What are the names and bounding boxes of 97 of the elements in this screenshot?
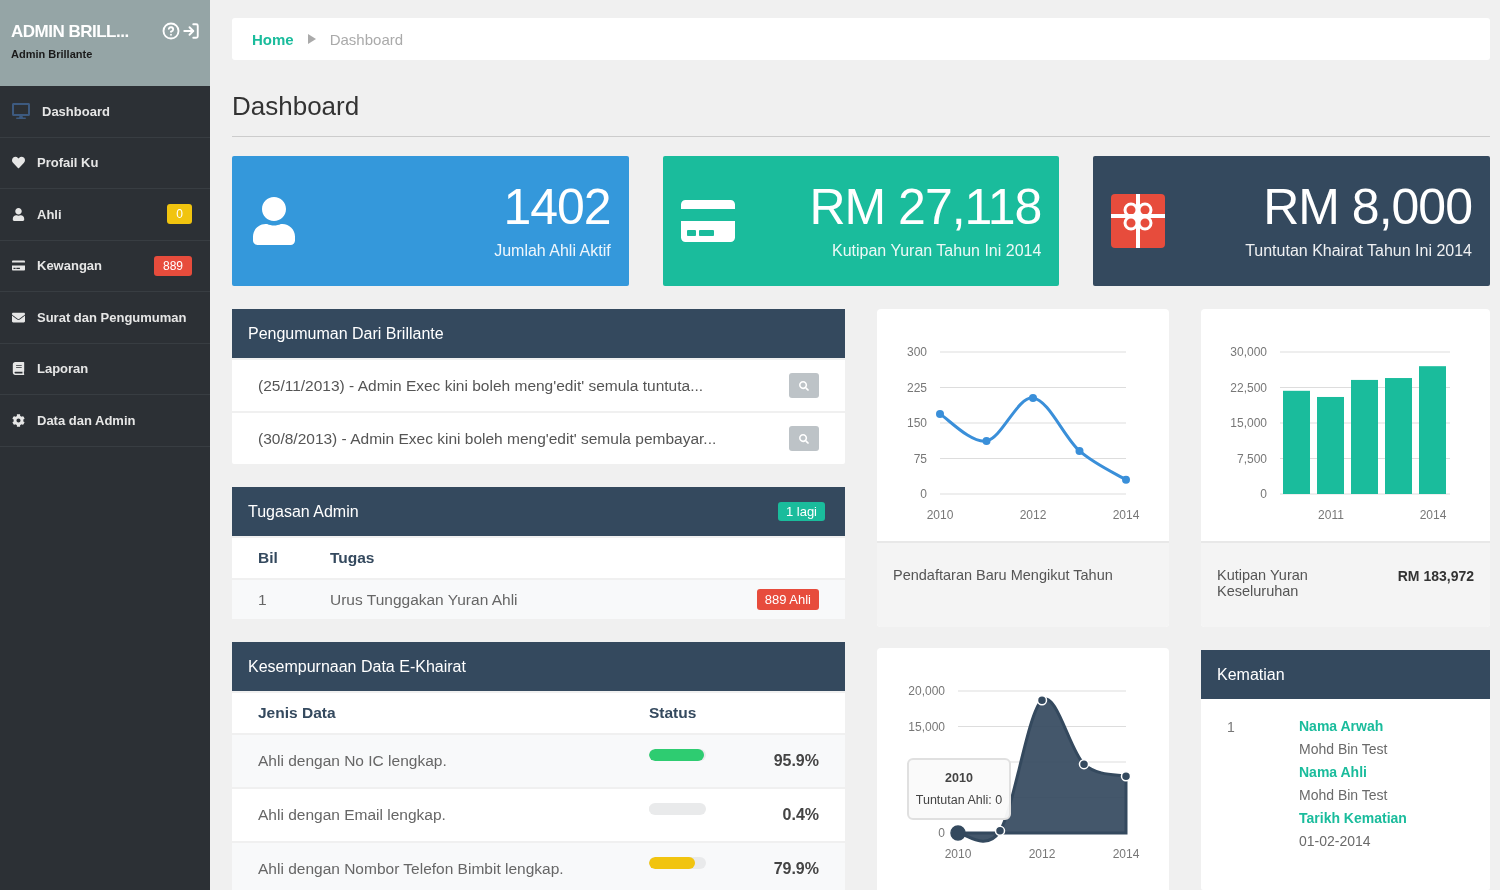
field-label: Tarikh Kematian (1299, 809, 1408, 828)
axis-label: 0 (1260, 487, 1267, 501)
chevron-icon (307, 34, 316, 44)
axis-label: 7,500 (1236, 451, 1267, 466)
axis-label: 2012 (1028, 847, 1056, 861)
panel-title: Pengumuman Dari Brillante (248, 324, 444, 343)
user-name: Admin Brillante (11, 48, 94, 60)
stat-value: 1402 (503, 182, 611, 232)
axis-label: 20,000 (908, 684, 945, 698)
table-cell-text: 1 (258, 590, 268, 609)
card-icon (12, 259, 25, 273)
sidebar-item[interactable]: Dashboard (0, 86, 210, 138)
table-cell-text: Ahli dengan Nombor Telefon Bimbit lengkap. (258, 860, 565, 878)
announcement-text: (30/8/2013) - Admin Exec kini boleh meng'edit' semula pembayar... (258, 429, 717, 448)
axis-label: 225 (906, 380, 927, 395)
field-label: Nama Ahli (1299, 763, 1368, 782)
axis-label: 2014 (1112, 847, 1140, 861)
percent-value: 95.9% (773, 752, 819, 770)
axis-label: 2010 (926, 508, 954, 522)
help-icon[interactable] (162, 22, 180, 40)
axis-label: 15,000 (908, 719, 945, 734)
total-value: RM 183,972 (1397, 568, 1474, 586)
column-header: Jenis Data (258, 704, 337, 722)
axis-label: 150 (906, 416, 927, 430)
field-value: Mohd Bin Test (1299, 786, 1389, 805)
axis-label: 75 (913, 451, 927, 466)
user-icon (12, 207, 25, 221)
table-cell-text: Ahli dengan No IC lengkap. (258, 752, 448, 770)
data-point (1120, 770, 1132, 782)
stat-label: Tuntutan Khairat Tahun Ini 2014 (1245, 242, 1472, 260)
stat-label: Jumlah Ahli Aktif (494, 242, 611, 260)
count-badge: 889 (153, 255, 192, 276)
data-point (1036, 695, 1048, 706)
data-point (1075, 446, 1084, 455)
field-label: Nama Arwah (1299, 717, 1385, 736)
percent-value: 79.9% (773, 860, 819, 878)
field-value: Mohd Bin Test (1299, 740, 1389, 759)
stat-label: Kutipan Yuran Tahun Ini 2014 (831, 242, 1042, 260)
panel-title: Kematian (1217, 665, 1285, 684)
sidebar-item[interactable]: Ahli 0 (0, 189, 210, 241)
search-icon (799, 433, 809, 444)
chart-caption: Kutipan Yuran Keseluruhan (1217, 568, 1309, 601)
axis-label: 22,500 (1230, 380, 1267, 395)
axis-label: 2010 (944, 847, 972, 861)
sidebar-item[interactable]: Data dan Admin (0, 395, 210, 447)
page-title: Dashboard (232, 90, 1490, 137)
user-icon (250, 197, 298, 245)
chart-caption: Pendaftaran Baru Mengikut Tahun (893, 568, 1113, 585)
axis-label: 2014 (1112, 508, 1140, 522)
envelope-icon (12, 310, 25, 324)
tooltip-title: 2010 (945, 771, 973, 785)
table-cell-text: Ahli dengan Email lengkap. (258, 806, 447, 824)
panel-title: Kesempurnaan Data E-Khairat (248, 657, 466, 676)
column-header: Tugas (330, 549, 376, 567)
row-number: 1 (1227, 718, 1236, 737)
search-icon (799, 380, 809, 391)
data-point (994, 825, 1006, 837)
sidebar-item[interactable]: Surat dan Pengumuman (0, 292, 210, 344)
data-point (936, 410, 944, 418)
data-point (1122, 475, 1130, 484)
axis-label: 2011 (1318, 508, 1344, 522)
stat-value: RM 8,000 (1263, 182, 1472, 232)
axis-label: 30,000 (1230, 345, 1267, 359)
search-button[interactable] (789, 426, 819, 451)
book-icon (12, 362, 25, 376)
field-value: 01-02-2014 (1299, 832, 1372, 851)
tooltip-text: Tuntutan Ahli: 0 (915, 793, 1003, 807)
gear-icon (12, 413, 25, 427)
logout-icon[interactable] (182, 22, 200, 40)
gift-icon (1111, 194, 1166, 248)
count-badge: 889 Ahli (756, 589, 819, 610)
column-header: Status (649, 704, 698, 722)
count-badge: 1 lagi (777, 502, 825, 521)
axis-label: 0 (920, 487, 927, 501)
axis-label: 0 (938, 826, 945, 840)
sidebar-item[interactable]: Laporan (0, 343, 210, 395)
table-cell-text: Urus Tunggakan Yuran Ahli (330, 590, 519, 609)
axis-label: 15,000 (1230, 416, 1267, 430)
data-point (950, 825, 966, 841)
search-button[interactable] (789, 373, 819, 398)
announcement-text: (25/11/2013) - Admin Exec kini boleh meng'edit' semula tuntuta... (258, 376, 704, 395)
monitor-icon (12, 102, 30, 121)
data-point (982, 437, 991, 445)
heart-icon (12, 156, 25, 170)
count-badge: 0 (167, 204, 192, 225)
axis-label: 300 (906, 345, 927, 359)
axis-label: 2012 (1019, 508, 1047, 522)
app-title: ADMIN BRILL... (11, 22, 129, 42)
sidebar-item[interactable]: Profail Ku (0, 137, 210, 189)
stat-value: RM 27,118 (809, 182, 1042, 232)
panel-title: Tugasan Admin (248, 502, 359, 521)
data-point (1029, 393, 1037, 402)
sidebar-item[interactable]: Kewangan 889 (0, 240, 210, 292)
axis-label: 2014 (1419, 508, 1447, 522)
column-header: Bil (258, 549, 279, 567)
data-point (1078, 758, 1090, 770)
percent-value: 0.4% (782, 806, 819, 824)
